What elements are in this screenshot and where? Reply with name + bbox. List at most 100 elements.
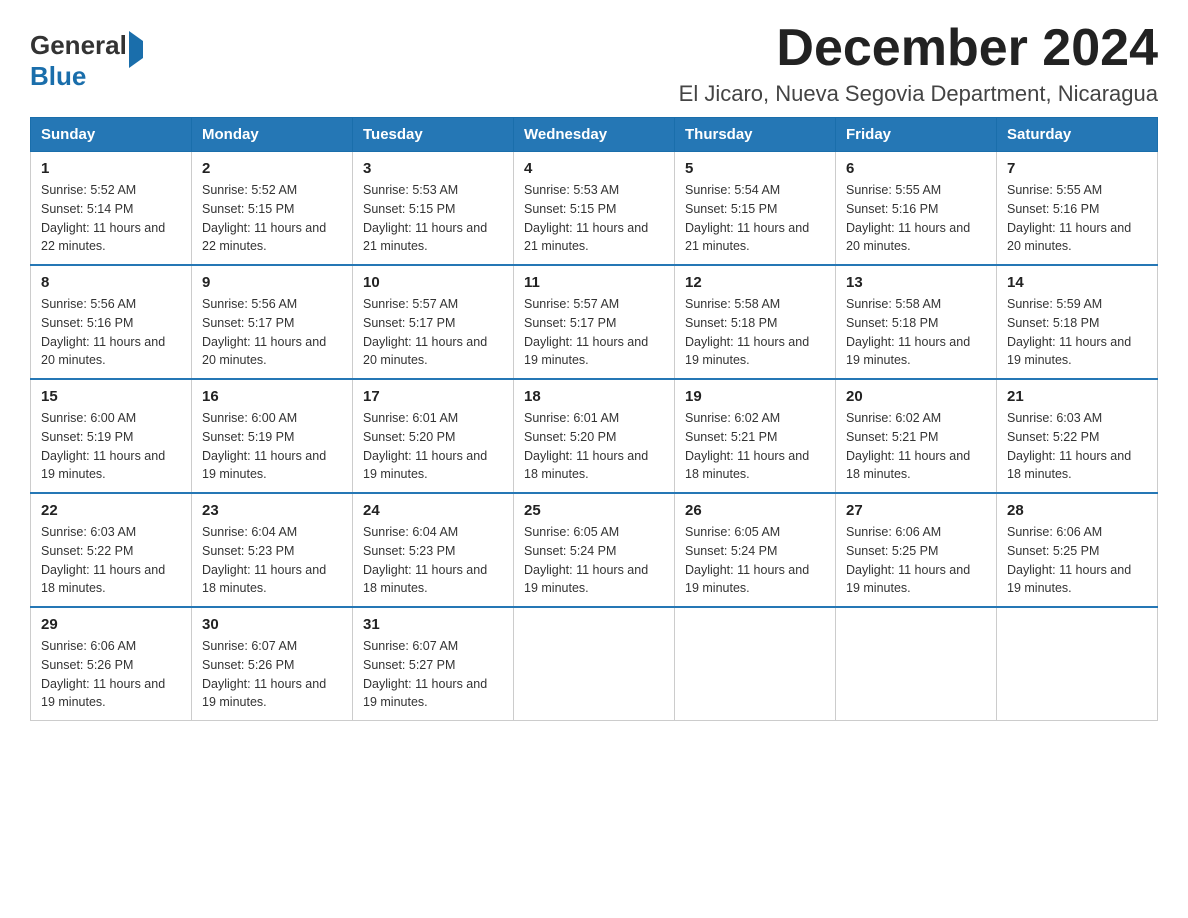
day-number: 10 bbox=[363, 274, 503, 291]
day-info: Sunrise: 5:52 AMSunset: 5:14 PMDaylight:… bbox=[41, 181, 181, 256]
day-info: Sunrise: 6:05 AMSunset: 5:24 PMDaylight:… bbox=[524, 523, 664, 598]
day-number: 17 bbox=[363, 388, 503, 405]
column-header-wednesday: Wednesday bbox=[514, 118, 675, 152]
logo-blue: Blue bbox=[30, 61, 143, 92]
calendar-cell: 19 Sunrise: 6:02 AMSunset: 5:21 PMDayligh… bbox=[675, 379, 836, 493]
day-info: Sunrise: 6:03 AMSunset: 5:22 PMDaylight:… bbox=[41, 523, 181, 598]
day-number: 12 bbox=[685, 274, 825, 291]
day-number: 22 bbox=[41, 502, 181, 519]
day-number: 15 bbox=[41, 388, 181, 405]
calendar-cell: 26Sunrise: 6:05 AMSunset: 5:24 PMDayligh… bbox=[675, 493, 836, 607]
column-header-monday: Monday bbox=[192, 118, 353, 152]
calendar-cell: 28 Sunrise: 6:06 AMSunset: 5:25 PMDayligh… bbox=[997, 493, 1158, 607]
page-header: General Blue December 2024 El Jicaro, Nu… bbox=[30, 20, 1158, 107]
calendar-cell bbox=[836, 607, 997, 721]
calendar-cell: 21Sunrise: 6:03 AMSunset: 5:22 PMDayligh… bbox=[997, 379, 1158, 493]
day-info: Sunrise: 6:07 AMSunset: 5:27 PMDaylight:… bbox=[363, 637, 503, 712]
calendar-cell: 31Sunrise: 6:07 AMSunset: 5:27 PMDayligh… bbox=[353, 607, 514, 721]
column-header-sunday: Sunday bbox=[31, 118, 192, 152]
day-info: Sunrise: 5:55 AMSunset: 5:16 PMDaylight:… bbox=[1007, 181, 1147, 256]
column-header-friday: Friday bbox=[836, 118, 997, 152]
day-number: 8 bbox=[41, 274, 181, 291]
day-number: 25 bbox=[524, 502, 664, 519]
calendar-week-row: 22 Sunrise: 6:03 AMSunset: 5:22 PMDayligh… bbox=[31, 493, 1158, 607]
day-info: Sunrise: 6:00 AMSunset: 5:19 PMDaylight:… bbox=[41, 409, 181, 484]
day-info: Sunrise: 5:53 AMSunset: 5:15 PMDaylight:… bbox=[524, 181, 664, 256]
calendar-cell: 12 Sunrise: 5:58 AMSunset: 5:18 PMDayligh… bbox=[675, 265, 836, 379]
calendar-week-row: 29 Sunrise: 6:06 AMSunset: 5:26 PMDayligh… bbox=[31, 607, 1158, 721]
day-info: Sunrise: 6:01 AMSunset: 5:20 PMDaylight:… bbox=[363, 409, 503, 484]
day-number: 3 bbox=[363, 160, 503, 177]
calendar-cell: 24 Sunrise: 6:04 AMSunset: 5:23 PMDayligh… bbox=[353, 493, 514, 607]
day-number: 7 bbox=[1007, 160, 1147, 177]
calendar-week-row: 15 Sunrise: 6:00 AMSunset: 5:19 PMDayligh… bbox=[31, 379, 1158, 493]
day-info: Sunrise: 6:06 AMSunset: 5:26 PMDaylight:… bbox=[41, 637, 181, 712]
logo-general: General bbox=[30, 30, 127, 60]
day-info: Sunrise: 6:06 AMSunset: 5:25 PMDaylight:… bbox=[1007, 523, 1147, 598]
day-info: Sunrise: 6:00 AMSunset: 5:19 PMDaylight:… bbox=[202, 409, 342, 484]
day-number: 16 bbox=[202, 388, 342, 405]
location-title: El Jicaro, Nueva Segovia Department, Nic… bbox=[679, 81, 1158, 107]
calendar-cell: 1 Sunrise: 5:52 AMSunset: 5:14 PMDaylight… bbox=[31, 152, 192, 266]
day-number: 11 bbox=[524, 274, 664, 291]
day-number: 13 bbox=[846, 274, 986, 291]
day-info: Sunrise: 5:58 AMSunset: 5:18 PMDaylight:… bbox=[685, 295, 825, 370]
column-header-saturday: Saturday bbox=[997, 118, 1158, 152]
calendar-cell: 4 Sunrise: 5:53 AMSunset: 5:15 PMDaylight… bbox=[514, 152, 675, 266]
calendar-cell: 17 Sunrise: 6:01 AMSunset: 5:20 PMDayligh… bbox=[353, 379, 514, 493]
day-number: 14 bbox=[1007, 274, 1147, 291]
calendar-cell: 30Sunrise: 6:07 AMSunset: 5:26 PMDayligh… bbox=[192, 607, 353, 721]
calendar-cell bbox=[997, 607, 1158, 721]
day-info: Sunrise: 6:07 AMSunset: 5:26 PMDaylight:… bbox=[202, 637, 342, 712]
month-title: December 2024 bbox=[679, 20, 1158, 77]
day-info: Sunrise: 6:01 AMSunset: 5:20 PMDaylight:… bbox=[524, 409, 664, 484]
day-info: Sunrise: 6:02 AMSunset: 5:21 PMDaylight:… bbox=[846, 409, 986, 484]
calendar-cell: 3 Sunrise: 5:53 AMSunset: 5:15 PMDaylight… bbox=[353, 152, 514, 266]
day-number: 23 bbox=[202, 502, 342, 519]
calendar-cell: 10Sunrise: 5:57 AMSunset: 5:17 PMDayligh… bbox=[353, 265, 514, 379]
day-number: 28 bbox=[1007, 502, 1147, 519]
day-info: Sunrise: 5:56 AMSunset: 5:17 PMDaylight:… bbox=[202, 295, 342, 370]
day-number: 4 bbox=[524, 160, 664, 177]
calendar-cell: 8 Sunrise: 5:56 AMSunset: 5:16 PMDaylight… bbox=[31, 265, 192, 379]
calendar-cell: 20 Sunrise: 6:02 AMSunset: 5:21 PMDayligh… bbox=[836, 379, 997, 493]
calendar-cell: 27 Sunrise: 6:06 AMSunset: 5:25 PMDayligh… bbox=[836, 493, 997, 607]
calendar-cell bbox=[514, 607, 675, 721]
calendar-header-row: SundayMondayTuesdayWednesdayThursdayFrid… bbox=[31, 118, 1158, 152]
calendar-week-row: 8 Sunrise: 5:56 AMSunset: 5:16 PMDaylight… bbox=[31, 265, 1158, 379]
calendar-cell: 18 Sunrise: 6:01 AMSunset: 5:20 PMDayligh… bbox=[514, 379, 675, 493]
calendar-cell: 29 Sunrise: 6:06 AMSunset: 5:26 PMDayligh… bbox=[31, 607, 192, 721]
day-number: 29 bbox=[41, 616, 181, 633]
calendar-cell: 22 Sunrise: 6:03 AMSunset: 5:22 PMDayligh… bbox=[31, 493, 192, 607]
day-info: Sunrise: 6:03 AMSunset: 5:22 PMDaylight:… bbox=[1007, 409, 1147, 484]
calendar-cell: 23Sunrise: 6:04 AMSunset: 5:23 PMDayligh… bbox=[192, 493, 353, 607]
day-number: 2 bbox=[202, 160, 342, 177]
calendar-cell: 15 Sunrise: 6:00 AMSunset: 5:19 PMDayligh… bbox=[31, 379, 192, 493]
calendar-cell: 11Sunrise: 5:57 AMSunset: 5:17 PMDayligh… bbox=[514, 265, 675, 379]
day-number: 5 bbox=[685, 160, 825, 177]
day-number: 27 bbox=[846, 502, 986, 519]
column-header-thursday: Thursday bbox=[675, 118, 836, 152]
day-info: Sunrise: 6:02 AMSunset: 5:21 PMDaylight:… bbox=[685, 409, 825, 484]
logo: General Blue bbox=[30, 30, 143, 92]
day-number: 6 bbox=[846, 160, 986, 177]
day-info: Sunrise: 6:04 AMSunset: 5:23 PMDaylight:… bbox=[363, 523, 503, 598]
calendar-cell: 6Sunrise: 5:55 AMSunset: 5:16 PMDaylight… bbox=[836, 152, 997, 266]
day-info: Sunrise: 6:05 AMSunset: 5:24 PMDaylight:… bbox=[685, 523, 825, 598]
day-info: Sunrise: 5:58 AMSunset: 5:18 PMDaylight:… bbox=[846, 295, 986, 370]
calendar-cell: 7 Sunrise: 5:55 AMSunset: 5:16 PMDaylight… bbox=[997, 152, 1158, 266]
day-number: 20 bbox=[846, 388, 986, 405]
day-number: 19 bbox=[685, 388, 825, 405]
calendar-week-row: 1 Sunrise: 5:52 AMSunset: 5:14 PMDaylight… bbox=[31, 152, 1158, 266]
calendar-cell: 14Sunrise: 5:59 AMSunset: 5:18 PMDayligh… bbox=[997, 265, 1158, 379]
day-info: Sunrise: 6:06 AMSunset: 5:25 PMDaylight:… bbox=[846, 523, 986, 598]
day-info: Sunrise: 5:54 AMSunset: 5:15 PMDaylight:… bbox=[685, 181, 825, 256]
day-info: Sunrise: 5:53 AMSunset: 5:15 PMDaylight:… bbox=[363, 181, 503, 256]
calendar-cell: 2Sunrise: 5:52 AMSunset: 5:15 PMDaylight… bbox=[192, 152, 353, 266]
calendar-cell: 5 Sunrise: 5:54 AMSunset: 5:15 PMDaylight… bbox=[675, 152, 836, 266]
day-info: Sunrise: 5:56 AMSunset: 5:16 PMDaylight:… bbox=[41, 295, 181, 370]
logo-text-block: General Blue bbox=[30, 30, 143, 92]
day-number: 24 bbox=[363, 502, 503, 519]
day-number: 1 bbox=[41, 160, 181, 177]
day-number: 18 bbox=[524, 388, 664, 405]
